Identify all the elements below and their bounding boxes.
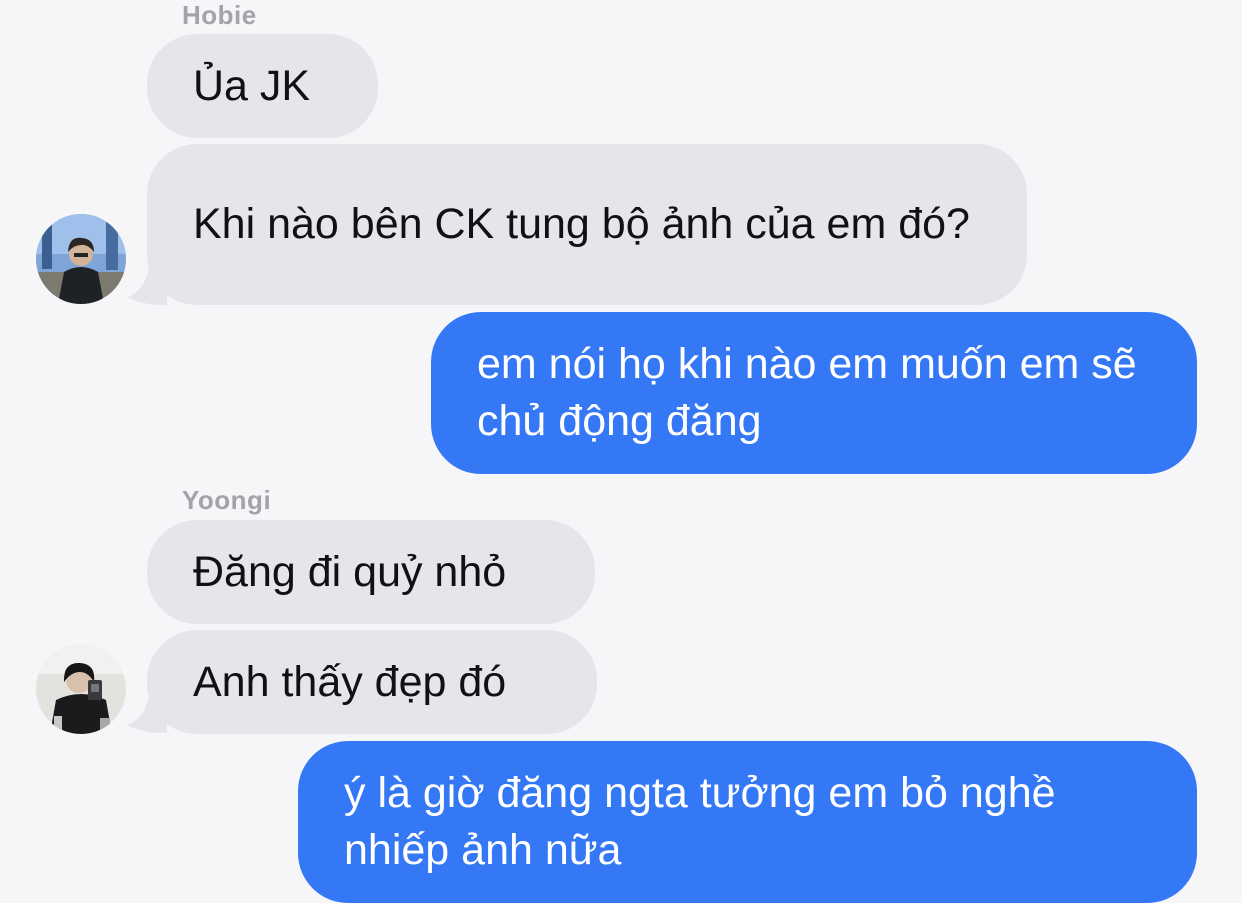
message-text: ý là giờ đăng ngta tưởng em bỏ nghề nhiế… [344,769,1056,874]
bubble-tail [127,694,167,733]
incoming-message[interactable]: Ủa JK [147,34,378,138]
sender-name-hobie: Hobie [182,0,257,30]
message-text: Ủa JK [193,61,311,110]
message-text: em nói họ khi nào em muốn em sẽ chủ động… [477,340,1137,445]
incoming-message[interactable]: Khi nào bên CK tung bộ ảnh của em đó? [147,144,1027,305]
sender-name-yoongi: Yoongi [182,485,272,515]
incoming-message[interactable]: Anh thấy đẹp đó [147,630,597,734]
message-text: Khi nào bên CK tung bộ ảnh của em đó? [193,200,970,248]
incoming-message[interactable]: Đăng đi quỷ nhỏ [147,520,595,624]
outgoing-message[interactable]: em nói họ khi nào em muốn em sẽ chủ động… [431,312,1197,474]
avatar-hobie[interactable] [36,214,126,304]
bubble-tail [127,266,167,305]
message-text: Đăng đi quỷ nhỏ [193,547,507,596]
outgoing-message[interactable]: ý là giờ đăng ngta tưởng em bỏ nghề nhiế… [298,741,1197,903]
avatar-yoongi[interactable] [36,644,126,734]
message-text: Anh thấy đẹp đó [193,657,507,706]
